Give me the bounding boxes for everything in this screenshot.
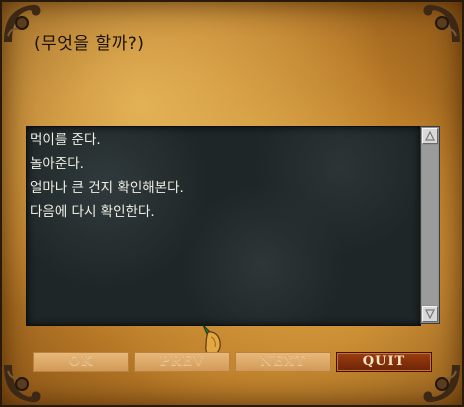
- prev-button[interactable]: PREV: [134, 352, 230, 372]
- choice-list-panel: 먹이를 준다. 놀아준다. 얼마나 큰 건지 확인해본다. 다음에 다시 확인한…: [26, 126, 421, 326]
- choice-list: 먹이를 준다. 놀아준다. 얼마나 큰 건지 확인해본다. 다음에 다시 확인한…: [30, 128, 184, 224]
- scroll-track[interactable]: [422, 145, 438, 305]
- next-button[interactable]: NEXT: [235, 352, 331, 372]
- choice-feed[interactable]: 먹이를 준다.: [30, 128, 184, 152]
- triangle-down-icon: [425, 309, 435, 319]
- triangle-up-icon: [425, 131, 435, 141]
- scrollbar[interactable]: [420, 126, 440, 324]
- choice-play[interactable]: 놀아준다.: [30, 152, 184, 176]
- quit-button[interactable]: QUIT: [336, 352, 432, 372]
- dialog-prompt: (무엇을 할까?): [34, 34, 145, 54]
- scroll-down-button[interactable]: [422, 306, 438, 322]
- scroll-up-button[interactable]: [422, 128, 438, 144]
- choice-check-size[interactable]: 얼마나 큰 건지 확인해본다.: [30, 176, 184, 200]
- ok-button[interactable]: OK: [33, 352, 129, 372]
- dialog-window: (무엇을 할까?) 먹이를 준다. 놀아준다. 얼마나 큰 건지 확인해본다. …: [0, 0, 464, 407]
- ornate-corner-icon: [423, 4, 460, 43]
- choice-check-later[interactable]: 다음에 다시 확인한다.: [30, 200, 184, 224]
